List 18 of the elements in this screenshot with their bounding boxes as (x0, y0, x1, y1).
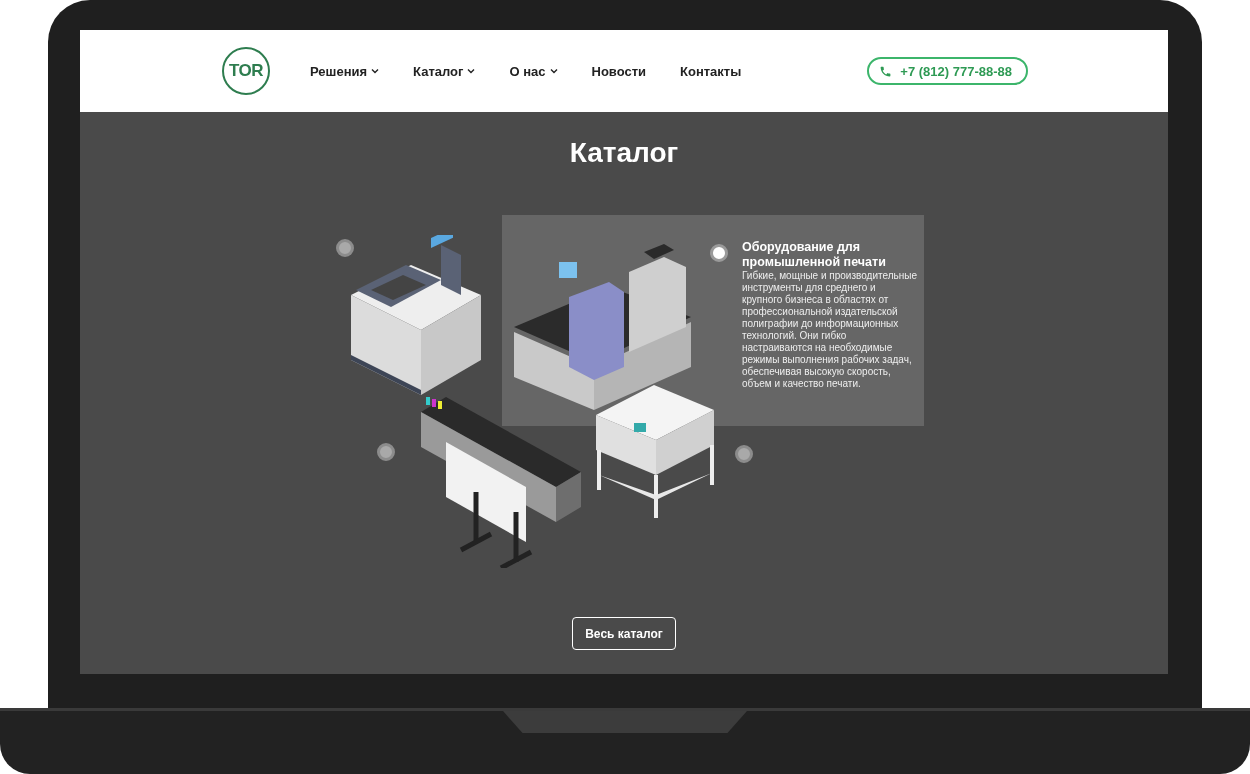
product-marker[interactable] (377, 443, 395, 461)
nav-link[interactable]: О нас (509, 63, 558, 79)
section-title: Каталог (569, 136, 679, 170)
nav-link[interactable]: Каталог (413, 63, 476, 79)
product-marker[interactable] (336, 239, 354, 257)
phone-icon (879, 64, 893, 78)
nav-link[interactable]: Новости (591, 63, 646, 79)
chevron-down-icon (371, 68, 380, 74)
product-title: Оборудование для промышленной печати (742, 240, 887, 270)
all-catalog-button[interactable]: Весь каталог (572, 617, 676, 650)
nav-link[interactable]: Контакты (680, 63, 742, 79)
chevron-down-icon (549, 68, 558, 74)
logo[interactable]: TOR (222, 47, 270, 95)
product-description: Гибкие, мощные и производительные инструменты для среднего и крупного бизнеса в областях от профессиональной издательской полиграфии до информационных технологий. Они гибко настраиваются на необходимые режимы выполнения рабочих задач, обеспечивая высокую скорость, объем и качество печати. (742, 270, 918, 390)
nav-link[interactable]: Решения (310, 63, 380, 79)
chevron-down-icon (467, 68, 476, 74)
product-marker[interactable] (735, 445, 753, 463)
phone-button[interactable]: +7 (812) 777-88-88 (867, 57, 1028, 85)
